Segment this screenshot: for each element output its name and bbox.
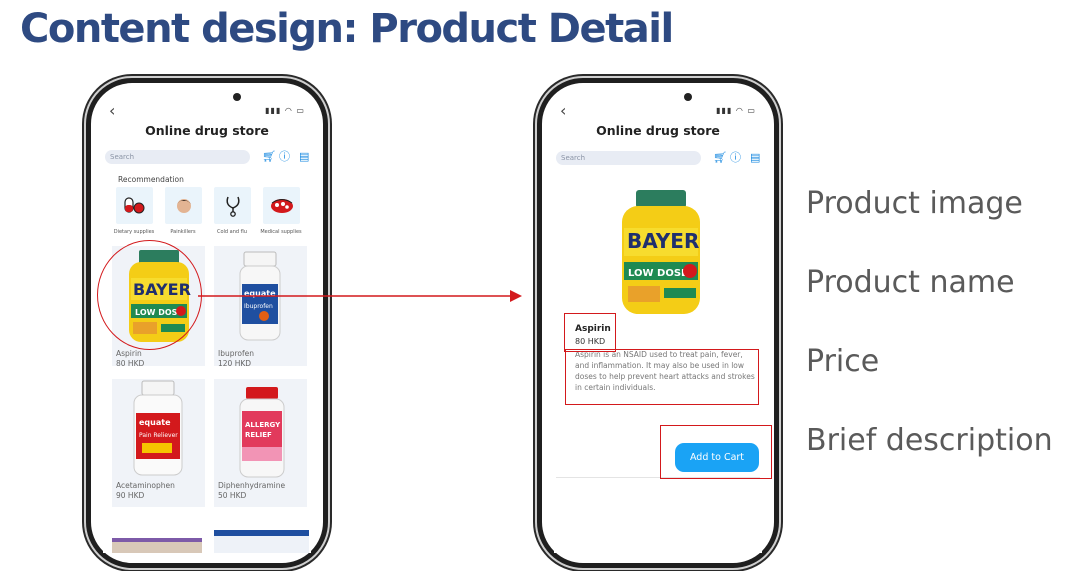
svg-text:BAYER: BAYER [627, 229, 699, 253]
front-camera [684, 93, 692, 101]
cart-highlight-box [660, 425, 772, 479]
product-price: 50 HKD [218, 491, 247, 500]
back-arrow-icon[interactable]: ‹ [109, 103, 115, 120]
product-card-ibuprofen[interactable]: equate Ibuprofen Ibuprofen 120 HKD [214, 246, 307, 368]
svg-text:RELIEF: RELIEF [245, 431, 272, 439]
svg-text:LOW DOSE: LOW DOSE [628, 268, 688, 279]
category-painkillers[interactable] [165, 187, 202, 224]
description-highlight-box [565, 349, 759, 405]
diphenhydramine-bottle-image: ALLERGY RELIEF [239, 387, 285, 478]
status-icons: ▮▮▮ ◠ ▭ [716, 106, 756, 115]
cart-icon[interactable]: 🛒︎ [262, 151, 276, 163]
label-product-image: Product image [806, 186, 1023, 221]
name-highlight-box [564, 313, 616, 352]
front-camera [233, 93, 241, 101]
app-title: Online drug store [145, 123, 269, 138]
back-arrow-icon[interactable]: ‹ [560, 103, 566, 120]
label-price: Price [806, 344, 880, 379]
category-label: Dietary supplies [113, 229, 155, 235]
equate-box [214, 530, 309, 553]
product-card-acetaminophen[interactable]: equate Pain Reliever Acetaminophen 90 HK… [112, 379, 205, 507]
category-label: Painkillers [170, 229, 196, 235]
category-cold-and-flu[interactable] [214, 187, 251, 224]
status-icons: ▮▮▮ ◠ ▭ [265, 106, 305, 115]
clipboard-icon[interactable]: ▤ [299, 151, 309, 163]
recommendation-label: Recommendation [118, 175, 184, 184]
category-dietary-supplies[interactable] [116, 187, 153, 224]
head-icon [176, 198, 191, 213]
product-name: Acetaminophen [116, 481, 175, 490]
label-brief-description: Brief description [806, 423, 1053, 458]
svg-text:ALLERGY: ALLERGY [245, 421, 281, 429]
bandage-box [112, 538, 202, 553]
product-name: Ibuprofen [218, 349, 255, 358]
cart-icon[interactable]: 🛒︎ [713, 152, 727, 164]
stethoscope-icon [225, 196, 240, 217]
next-row-product-boxes [112, 530, 311, 553]
slide-title: Content design: Product Detail [20, 6, 674, 52]
category-label: Cold and flu [216, 229, 248, 235]
acetaminophen-bottle-image: equate Pain Reliever [133, 380, 183, 476]
pills-icon [123, 196, 144, 213]
product-name: Aspirin [116, 349, 142, 358]
search-input[interactable]: Search [556, 151, 701, 165]
help-icon[interactable]: ⓘ [279, 151, 290, 163]
app-title: Online drug store [596, 123, 720, 138]
product-card-diphenhydramine[interactable]: ALLERGY RELIEF Diphenhydramine 50 HKD [214, 379, 307, 507]
link-arrow [198, 290, 522, 302]
label-product-name: Product name [806, 265, 1015, 300]
product-name: Diphenhydramine [218, 481, 286, 490]
highlight-circle [97, 240, 202, 350]
search-input[interactable]: Search [105, 150, 250, 164]
clipboard-icon[interactable]: ▤ [750, 152, 760, 164]
product-price: 90 HKD [116, 491, 145, 500]
first-aid-icon [270, 198, 293, 213]
help-icon[interactable]: ⓘ [730, 152, 741, 164]
category-label: Medical supplies [260, 229, 302, 235]
svg-text:Pain Reliever: Pain Reliever [139, 432, 178, 439]
svg-text:equate: equate [139, 418, 171, 427]
product-price: 80 HKD [116, 359, 145, 368]
category-medical-supplies[interactable] [263, 187, 300, 224]
product-price: 120 HKD [218, 359, 252, 368]
product-image: BAYER LOW DOSE [622, 190, 700, 314]
